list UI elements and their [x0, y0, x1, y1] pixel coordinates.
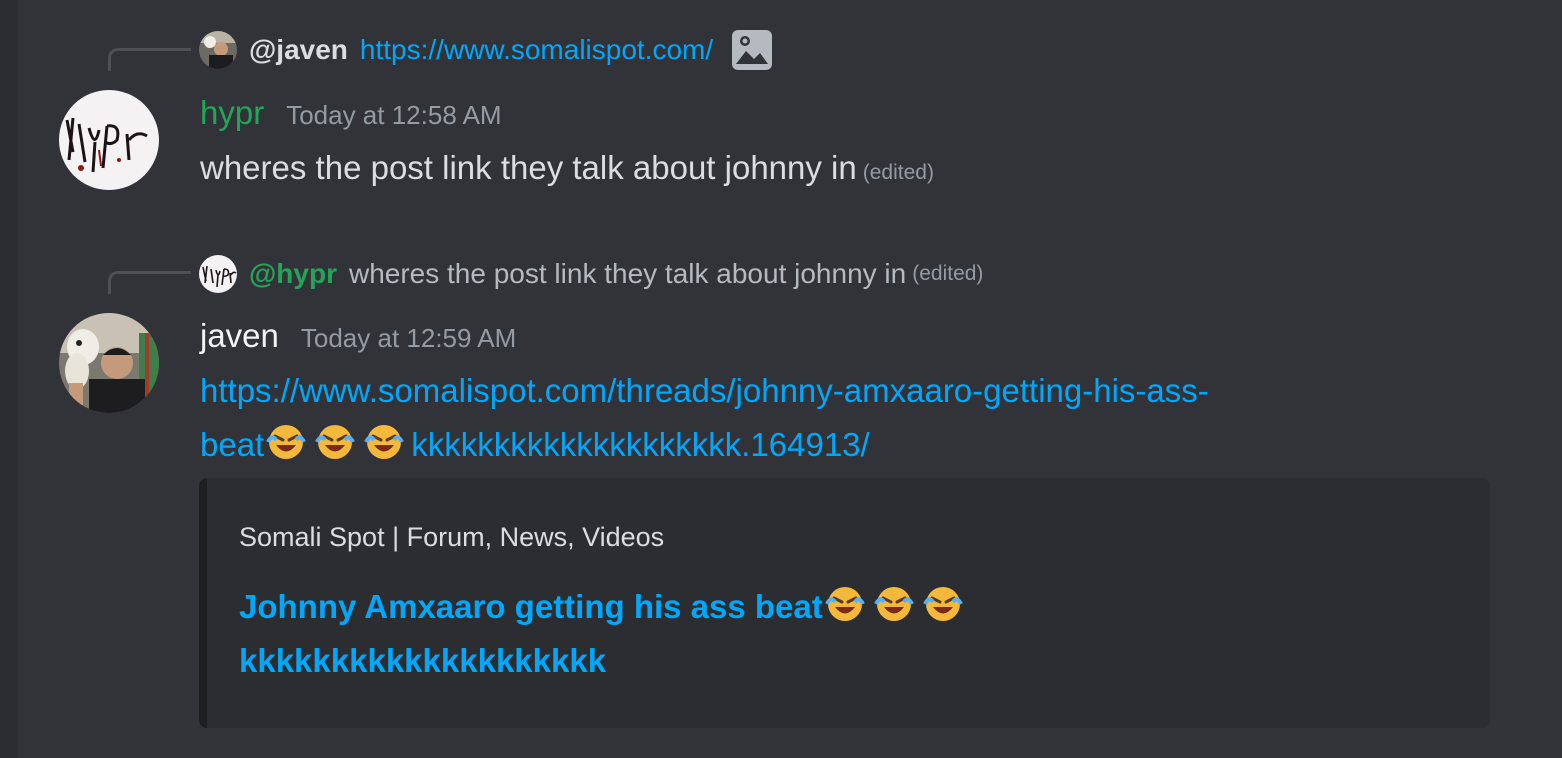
message-hypr[interactable]: @javen https://www.somalispot.com/ hypr …	[0, 0, 1562, 210]
reply-connector	[108, 48, 191, 71]
edited-label: (edited)	[912, 262, 984, 285]
rolling-on-floor-laughing-emoji	[873, 584, 914, 624]
rolling-on-floor-laughing-emoji	[315, 422, 356, 462]
message-content: wheres the post link they talk about joh…	[200, 141, 934, 200]
embed-provider: Somali Spot | Forum, News, Videos	[239, 522, 665, 552]
reply-avatar-hypr[interactable]	[199, 255, 237, 293]
edited-label: (edited)	[862, 161, 934, 184]
timestamp[interactable]: Today at 12:59 AM	[301, 323, 516, 354]
reply-preview[interactable]: @hypr wheres the post link they talk abo…	[199, 254, 983, 294]
message-text: wheres the post link they talk about joh…	[200, 149, 857, 186]
embed-title-line1[interactable]: Johnny Amxaaro getting his ass beat	[239, 588, 823, 625]
rolling-on-floor-laughing-emoji	[922, 584, 963, 624]
image-attachment-icon	[731, 29, 773, 71]
thread-link-line2-start[interactable]: beat	[200, 426, 264, 463]
reply-preview[interactable]: @javen https://www.somalispot.com/	[199, 30, 773, 70]
embed-title[interactable]: Johnny Amxaaro getting his ass beat kkkk…	[239, 580, 1439, 688]
reply-link[interactable]: https://www.somalispot.com/	[360, 34, 713, 66]
timestamp[interactable]: Today at 12:58 AM	[286, 100, 501, 131]
reply-avatar-javen[interactable]	[199, 31, 237, 69]
avatar-javen[interactable]	[59, 313, 159, 413]
link-embed: Somali Spot | Forum, News, Videos Johnny…	[199, 478, 1490, 728]
rolling-on-floor-laughing-emoji	[364, 422, 405, 462]
rolling-on-floor-laughing-emoji	[266, 422, 307, 462]
author-name[interactable]: hypr	[200, 94, 264, 132]
author-name[interactable]: javen	[200, 317, 279, 355]
message-content: https://www.somalispot.com/threads/johnn…	[200, 364, 1209, 472]
rolling-on-floor-laughing-emoji	[824, 584, 865, 624]
embed-title-line2[interactable]: kkkkkkkkkkkkkkkkkkkk	[239, 634, 1439, 688]
reply-username[interactable]: @javen	[249, 34, 348, 66]
thread-link-line1[interactable]: https://www.somalispot.com/threads/johnn…	[200, 372, 1209, 409]
reply-connector	[108, 271, 191, 294]
reply-username[interactable]: @hypr	[249, 258, 337, 290]
message-header: javen Today at 12:59 AM	[200, 317, 516, 361]
thread-link-line2-end[interactable]: kkkkkkkkkkkkkkkkkkkk.164913/	[411, 426, 869, 463]
reply-text[interactable]: wheres the post link they talk about joh…	[349, 258, 906, 290]
avatar-hypr[interactable]	[59, 90, 159, 190]
message-header: hypr Today at 12:58 AM	[200, 94, 502, 138]
